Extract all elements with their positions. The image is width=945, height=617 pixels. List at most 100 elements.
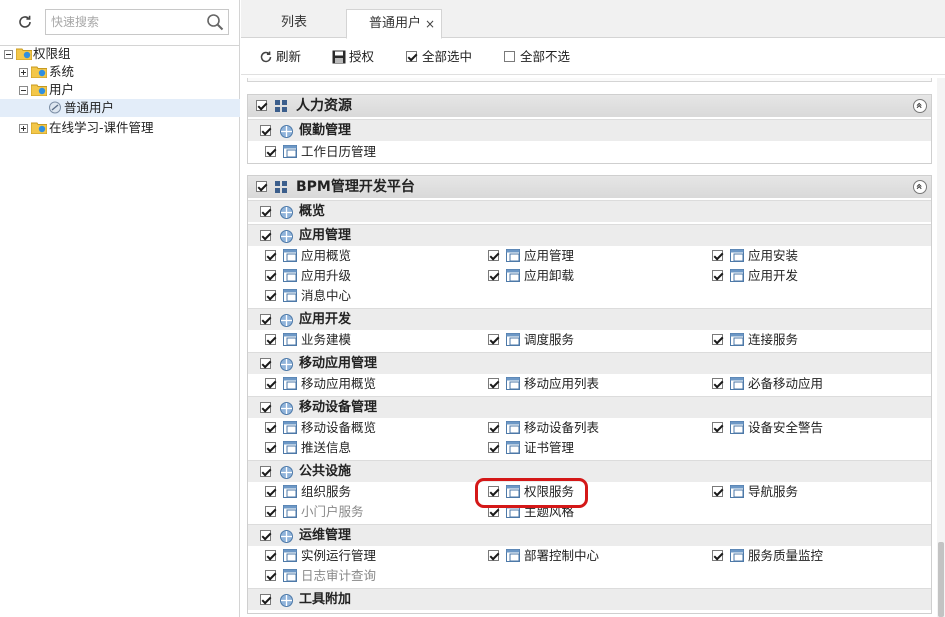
item-label: 日志审计查询	[301, 568, 377, 583]
left-panel-header	[0, 0, 239, 46]
close-icon[interactable]: ×	[425, 10, 435, 38]
expand-toggle-icon[interactable]	[19, 68, 28, 77]
item-checkbox[interactable]	[265, 486, 276, 497]
search-input[interactable]	[46, 10, 196, 34]
collapse-up-icon[interactable]	[913, 99, 927, 113]
section-checkbox[interactable]	[260, 314, 271, 325]
page-icon	[506, 549, 520, 562]
item-checkbox[interactable]	[265, 250, 276, 261]
search-box[interactable]	[45, 9, 229, 35]
module-icon	[280, 358, 293, 371]
tree-node-elearning[interactable]: 在线学习-课件管理	[0, 119, 240, 137]
item-checkbox[interactable]	[265, 570, 276, 581]
tree-node-normal-user[interactable]: 普通用户	[0, 99, 240, 117]
item-checkbox[interactable]	[265, 334, 276, 345]
item-checkbox[interactable]	[488, 442, 499, 453]
section-checkbox[interactable]	[260, 466, 271, 477]
item-checkbox[interactable]	[265, 550, 276, 561]
group-folder-icon	[31, 66, 47, 78]
permission-panel: 人力资源 假勤管理 工作日历管理 BPM管理开发平台 概览 应用管理 应用概览 …	[247, 78, 932, 617]
expand-toggle-icon[interactable]	[19, 124, 28, 133]
item-checkbox[interactable]	[265, 422, 276, 433]
section-header: 运维管理	[248, 524, 931, 546]
section-checkbox[interactable]	[260, 206, 271, 217]
page-icon	[506, 333, 520, 346]
item-label: 业务建模	[301, 332, 352, 347]
page-icon	[283, 549, 297, 562]
item-checkbox[interactable]	[488, 422, 499, 433]
section-checkbox[interactable]	[260, 125, 271, 136]
tree-label: 系统	[49, 64, 75, 79]
item-checkbox[interactable]	[488, 550, 499, 561]
tab-normal-user[interactable]: 普通用户 ×	[346, 9, 442, 39]
item-checkbox[interactable]	[712, 486, 723, 497]
group-hr: 人力资源 假勤管理 工作日历管理	[247, 94, 932, 164]
item-checkbox[interactable]	[265, 270, 276, 281]
group-checkbox[interactable]	[256, 181, 267, 192]
section-header: 工具附加	[248, 588, 931, 610]
item-checkbox[interactable]	[712, 550, 723, 561]
item-checkbox[interactable]	[265, 378, 276, 389]
item-label: 导航服务	[748, 484, 799, 499]
tab-bar: 列表 普通用户 ×	[241, 0, 945, 39]
item-checkbox[interactable]	[712, 422, 723, 433]
refresh-icon[interactable]	[16, 13, 34, 31]
module-icon	[280, 530, 293, 543]
collapse-up-icon[interactable]	[913, 180, 927, 194]
refresh-icon	[260, 51, 272, 63]
item-label: 移动设备概览	[301, 420, 377, 435]
section-title: 公共设施	[299, 464, 352, 479]
tree-label: 在线学习-课件管理	[49, 120, 154, 135]
item-checkbox[interactable]	[265, 146, 276, 157]
tree-node-root[interactable]: 权限组	[0, 45, 240, 63]
item-label: 应用安装	[748, 248, 799, 263]
group-folder-icon	[31, 122, 47, 134]
item-checkbox[interactable]	[265, 442, 276, 453]
item-checkbox[interactable]	[712, 250, 723, 261]
page-icon	[730, 269, 744, 282]
module-icon	[280, 402, 293, 415]
group-header: BPM管理开发平台	[248, 176, 931, 198]
item-label: 连接服务	[748, 332, 799, 347]
item-label: 推送信息	[301, 440, 352, 455]
item-checkbox[interactable]	[488, 334, 499, 345]
item-checkbox[interactable]	[265, 506, 276, 517]
vertical-scrollbar[interactable]	[937, 78, 945, 617]
page-icon	[283, 269, 297, 282]
group-checkbox[interactable]	[256, 100, 267, 111]
save-icon	[332, 50, 346, 64]
item-checkbox[interactable]	[265, 290, 276, 301]
item-label: 组织服务	[301, 484, 352, 499]
item-checkbox[interactable]	[712, 270, 723, 281]
select-all-label: 全部选中	[422, 49, 473, 64]
section-title: 应用开发	[299, 312, 352, 327]
section-checkbox[interactable]	[260, 402, 271, 413]
item-checkbox[interactable]	[488, 378, 499, 389]
section-checkbox[interactable]	[260, 530, 271, 541]
page-icon	[730, 549, 744, 562]
section-title: 移动应用管理	[299, 356, 378, 371]
page-icon	[730, 333, 744, 346]
module-icon	[280, 466, 293, 479]
search-icon[interactable]	[206, 13, 224, 31]
page-icon	[506, 269, 520, 282]
tab-label: 普通用户	[369, 16, 422, 31]
toolbar: 刷新 授权 全部选中 全部不选	[241, 39, 945, 75]
item-checkbox[interactable]	[488, 250, 499, 261]
tree-node-user[interactable]: 用户	[0, 81, 240, 99]
section-checkbox[interactable]	[260, 594, 271, 605]
previous-group-bottom	[247, 78, 932, 82]
tree-node-system[interactable]: 系统	[0, 63, 240, 81]
item-checkbox[interactable]	[712, 378, 723, 389]
section-checkbox[interactable]	[260, 358, 271, 369]
scrollbar-thumb[interactable]	[938, 542, 944, 617]
section-header: 移动设备管理	[248, 396, 931, 418]
item-label: 必备移动应用	[748, 376, 824, 391]
page-icon	[283, 421, 297, 434]
tab-list[interactable]: 列表	[281, 9, 311, 39]
collapse-toggle-icon[interactable]	[19, 86, 28, 95]
section-checkbox[interactable]	[260, 230, 271, 241]
item-checkbox[interactable]	[712, 334, 723, 345]
item-checkbox[interactable]	[488, 270, 499, 281]
collapse-toggle-icon[interactable]	[4, 50, 13, 59]
